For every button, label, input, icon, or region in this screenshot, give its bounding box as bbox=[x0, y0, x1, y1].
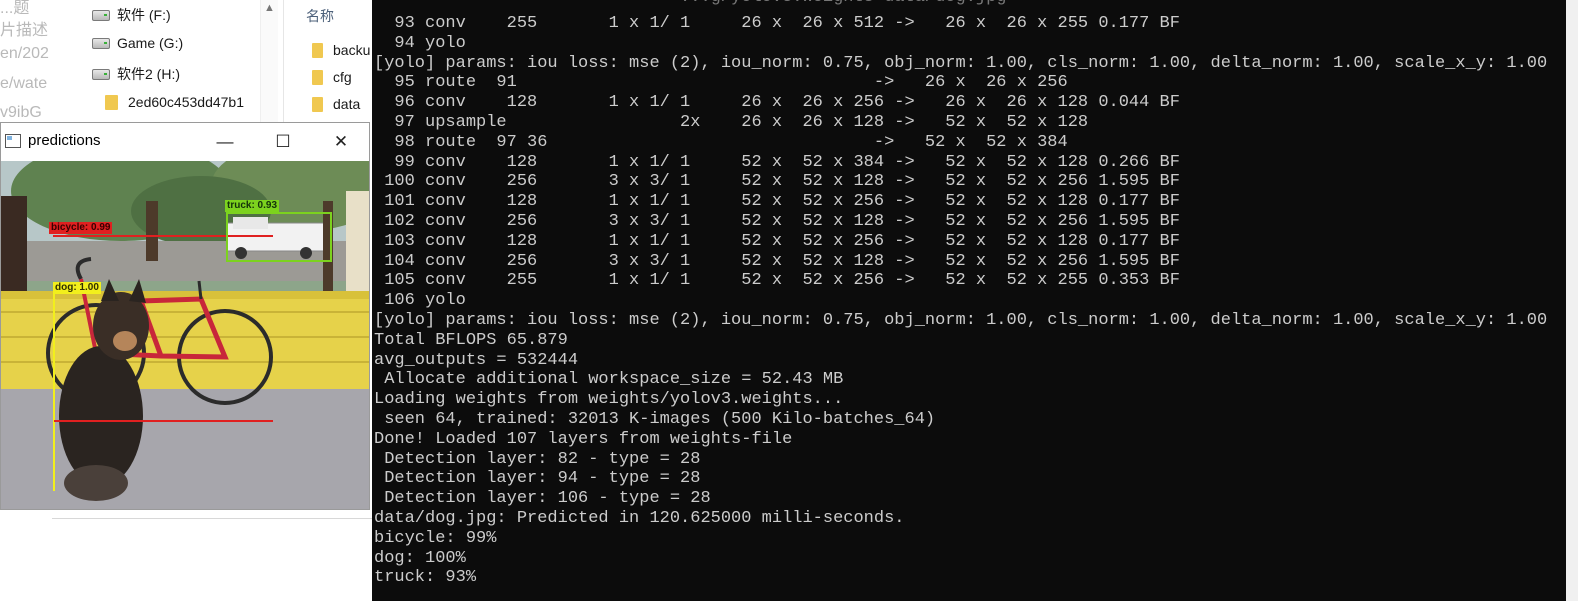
folder-icon bbox=[312, 42, 323, 58]
window-app-icon bbox=[5, 134, 21, 148]
window-edge bbox=[1566, 0, 1578, 601]
browser-text-fragment: v9ibG bbox=[0, 104, 42, 121]
console-line: seen 64, trained: 32013 K-images (500 Ki… bbox=[374, 410, 936, 429]
console-line: 100 conv 256 3 x 3/ 1 52 x 52 x 128 -> 5… bbox=[374, 172, 1180, 192]
predictions-window[interactable]: predictions — ☐ ✕ bicycle: 0.99 truck: 0… bbox=[0, 122, 370, 510]
scroll-up-icon[interactable]: ▲ bbox=[261, 0, 278, 17]
console-line: 97 upsample 2x 26 x 26 x 128 -> 52 x 52 … bbox=[374, 113, 1089, 132]
file-item-label: data bbox=[333, 96, 361, 112]
explorer-content-pane: 名称 backu cfg data bbox=[284, 0, 374, 130]
folder-icon bbox=[312, 96, 323, 112]
browser-text-fragment: e/wate bbox=[0, 75, 48, 92]
console-line: 103 conv 128 1 x 1/ 1 52 x 52 x 256 -> 5… bbox=[374, 231, 1180, 251]
window-title: predictions bbox=[28, 132, 101, 149]
title-bar[interactable]: predictions — ☐ ✕ bbox=[1, 123, 369, 161]
console-line: Done! Loaded 107 layers from weights-fil… bbox=[374, 429, 793, 449]
maximize-icon: ☐ bbox=[275, 132, 291, 151]
console-line: Detection layer: 106 - type = 28 bbox=[374, 489, 711, 509]
detection-image: bicycle: 0.99 truck: 0.93 dog: 1.00 bbox=[1, 161, 369, 509]
nav-item-label: 2ed60c453dd47b1 bbox=[128, 94, 245, 110]
console-line: 98 route 97 36 -> 52 x 52 x 384 bbox=[374, 132, 1068, 152]
folder-icon bbox=[312, 69, 323, 85]
console-line: Total BFLOPS 65.879 bbox=[374, 330, 568, 350]
file-item-cfg[interactable]: cfg bbox=[312, 69, 352, 85]
console-window[interactable]: 93 conv 255 1 x 1/ 1 26 x 26 x 512 -> 26… bbox=[372, 12, 1566, 601]
file-item-data[interactable]: data bbox=[312, 96, 360, 112]
nav-item-drive-g[interactable]: Game (G:) bbox=[92, 35, 183, 51]
browser-text-fragment: en/202 bbox=[0, 45, 49, 62]
file-item-label: backu bbox=[333, 42, 371, 58]
console-line: Detection layer: 82 - type = 28 bbox=[374, 449, 701, 469]
truck-label: truck: 0.93 bbox=[225, 200, 280, 212]
console-line: data/dog.jpg: Predicted in 120.625000 mi… bbox=[374, 509, 905, 528]
nav-item-drive-f[interactable]: 软件 (F:) bbox=[92, 5, 171, 25]
file-item-backup[interactable]: backu bbox=[312, 42, 370, 58]
console-line: Loading weights from weights/yolov3.weig… bbox=[374, 390, 844, 410]
drive-icon bbox=[92, 37, 110, 49]
console-line: [yolo] params: iou loss: mse (2), iou_no… bbox=[374, 53, 1548, 73]
console-top-edge: ...g/yolov3.weights data/dog.jpg bbox=[372, 0, 1566, 12]
drive-icon bbox=[92, 68, 110, 80]
console-line: 104 conv 256 3 x 3/ 1 52 x 52 x 128 -> 5… bbox=[374, 251, 1180, 271]
drive-icon bbox=[92, 9, 110, 21]
dog-bicycle-photo bbox=[1, 161, 369, 509]
console-line: avg_outputs = 532444 bbox=[374, 350, 579, 370]
explorer-nav-pane: 软件 (F:) Game (G:) 软件2 (H:) 2ed60c453dd47… bbox=[52, 0, 282, 130]
nav-scrollbar[interactable]: ▲ bbox=[260, 0, 278, 130]
maximize-button[interactable]: ☐ bbox=[254, 123, 312, 161]
file-item-label: cfg bbox=[333, 69, 352, 85]
console-line: 102 conv 256 3 x 3/ 1 52 x 52 x 128 -> 5… bbox=[374, 212, 1180, 231]
console-line: 96 conv 128 1 x 1/ 1 26 x 26 x 256 -> 26… bbox=[374, 93, 1180, 113]
console-line: Allocate additional workspace_size = 52.… bbox=[374, 370, 844, 390]
console-line: 94 yolo bbox=[374, 33, 466, 53]
nav-item-label: Game (G:) bbox=[117, 35, 184, 51]
console-line: Detection layer: 94 - type = 28 bbox=[374, 469, 701, 489]
console-line: 106 yolo bbox=[374, 291, 466, 311]
nav-item-drive-h[interactable]: 软件2 (H:) bbox=[92, 64, 180, 84]
nav-item-label: 软件 (F:) bbox=[117, 7, 171, 23]
minimize-icon: — bbox=[216, 132, 234, 151]
console-top-fragment: ...g/yolov3.weights data/dog.jpg bbox=[374, 0, 1006, 8]
console-line: 93 conv 255 1 x 1/ 1 26 x 26 x 512 -> 26… bbox=[374, 14, 1180, 33]
column-header-name[interactable]: 名称 bbox=[306, 6, 334, 26]
dog-label: dog: 1.00 bbox=[53, 282, 101, 294]
console-line: 101 conv 128 1 x 1/ 1 52 x 52 x 256 -> 5… bbox=[374, 192, 1180, 212]
console-line: 95 route 91 -> 26 x 26 x 256 bbox=[374, 73, 1068, 93]
console-line: truck: 93% bbox=[374, 568, 477, 588]
browser-text-fragment: 片描述 bbox=[0, 22, 49, 39]
console-line: bicycle: 99% bbox=[374, 528, 497, 548]
console-line: 99 conv 128 1 x 1/ 1 52 x 52 x 384 -> 52… bbox=[374, 152, 1180, 172]
bicycle-label: bicycle: 0.99 bbox=[49, 222, 113, 234]
close-icon: ✕ bbox=[333, 132, 349, 151]
folder-icon bbox=[105, 94, 118, 110]
console-line: dog: 100% bbox=[374, 548, 466, 568]
nav-item-folder[interactable]: 2ed60c453dd47b1 bbox=[105, 94, 244, 110]
nav-item-label: 软件2 (H:) bbox=[117, 66, 180, 82]
minimize-button[interactable]: — bbox=[196, 123, 254, 161]
console-line: 105 conv 255 1 x 1/ 1 52 x 52 x 256 -> 5… bbox=[374, 271, 1180, 291]
console-line: [yolo] params: iou loss: mse (2), iou_no… bbox=[374, 311, 1548, 330]
close-button[interactable]: ✕ bbox=[312, 123, 370, 161]
